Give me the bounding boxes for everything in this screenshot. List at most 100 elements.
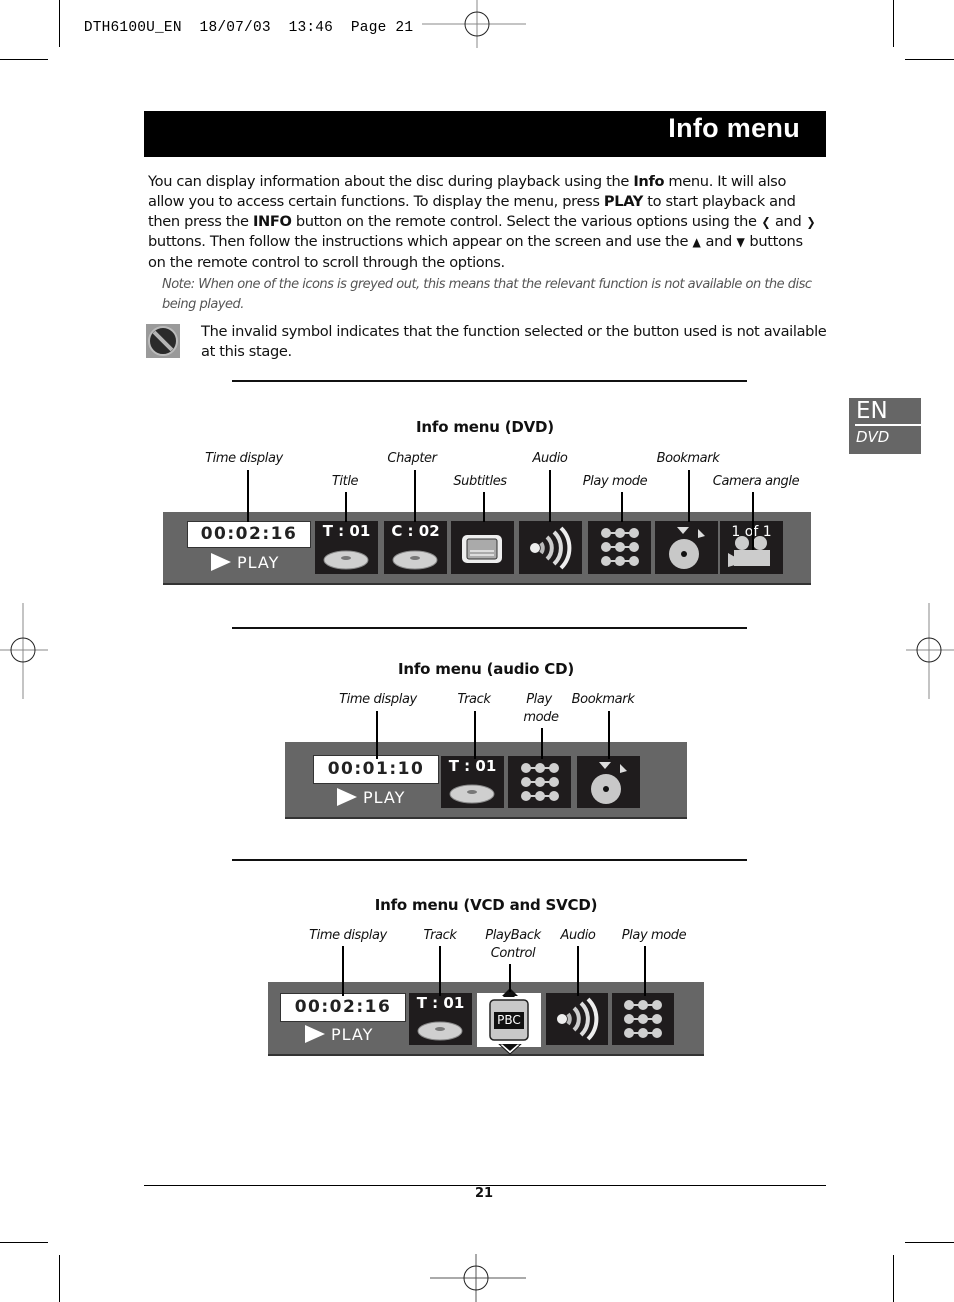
section-divider: [232, 627, 747, 629]
subtitles-tile[interactable]: [451, 521, 514, 574]
leader-line: [342, 946, 344, 996]
bookmark-tile[interactable]: [577, 756, 640, 808]
label-bookmark: Bookmark: [571, 692, 635, 707]
registration-mark: [430, 1254, 526, 1302]
page-title: Info menu: [668, 113, 800, 143]
disc-icon: [449, 784, 495, 804]
pbc-down-arrow-icon: [498, 1044, 522, 1055]
label-camera-angle: Camera angle: [712, 474, 800, 489]
play-mode-tile[interactable]: [588, 521, 651, 574]
intro-bold-info-button: INFO: [252, 212, 292, 230]
track-tile[interactable]: T : 01: [441, 756, 504, 808]
crop-mark: [0, 1242, 48, 1243]
leader-line: [752, 492, 754, 550]
disc-icon: [392, 550, 438, 570]
crop-mark: [893, 0, 894, 47]
leader-line: [577, 946, 579, 996]
leader-line: [474, 711, 476, 759]
label-time-display: Time display: [339, 692, 417, 707]
intro-paragraph: You can display information about the di…: [148, 172, 824, 273]
intro-text: and: [770, 212, 806, 230]
title-tile[interactable]: T : 01: [315, 521, 378, 574]
vcd-section-title: Info menu (VCD and SVCD): [374, 896, 598, 914]
time-display: 00:02:16: [280, 993, 406, 1022]
play-mode-icon: [624, 1000, 662, 1038]
leader-line: [247, 470, 249, 522]
slug-date: 18/07/03: [199, 20, 271, 36]
page-number: 21: [474, 1186, 494, 1201]
invalid-symbol-text: The invalid symbol indicates that the fu…: [201, 323, 827, 360]
label-bookmark: Bookmark: [656, 451, 720, 466]
audio-tile[interactable]: [546, 993, 608, 1045]
crop-mark: [59, 0, 60, 47]
crop-mark: [59, 1255, 60, 1302]
crop-mark: [893, 1255, 894, 1302]
play-icon: [211, 553, 231, 571]
pbc-tile[interactable]: PBC: [477, 993, 541, 1047]
intro-text: You can display information about the di…: [148, 173, 634, 190]
crop-mark: [905, 59, 954, 60]
audio-icon: [557, 997, 599, 1041]
dvd-section-title: Info menu (DVD): [416, 418, 554, 436]
bookmark-tile[interactable]: [655, 521, 718, 574]
play-status: PLAY: [337, 788, 405, 807]
intro-text: button on the remote control. Select the…: [291, 212, 761, 230]
cd-section-title: Info menu (audio CD): [397, 660, 575, 678]
intro-bold-info: Info: [633, 173, 665, 190]
leader-line: [483, 492, 485, 522]
pbc-value: PBC: [494, 1012, 524, 1029]
slug-time: 13:46: [288, 20, 334, 36]
slug-page: Page 21: [350, 20, 414, 36]
disc-icon: [417, 1021, 463, 1041]
leader-line: [376, 711, 378, 759]
audio-tile[interactable]: [519, 521, 582, 574]
divider: [855, 424, 921, 426]
registration-mark: [0, 603, 48, 699]
leader-line: [439, 946, 441, 996]
left-arrow-icon: ❮: [761, 214, 771, 229]
disc-icon: [323, 550, 369, 570]
section-divider: [232, 859, 747, 861]
printer-slug: DTH6100U_EN 18/07/03 13:46 Page 21: [66, 4, 413, 36]
leader-line: [541, 728, 543, 759]
label-pbc-line2: Control: [490, 946, 536, 961]
language-tab: EN DVD: [849, 398, 921, 454]
intro-text: and: [701, 233, 737, 251]
leader-line: [644, 946, 646, 996]
label-play-mode-line2: mode: [523, 710, 559, 725]
leader-line: [688, 470, 690, 522]
slug-doc-id: DTH6100U_EN: [83, 20, 182, 36]
play-status: PLAY: [211, 553, 279, 572]
play-status-text: PLAY: [237, 553, 280, 572]
registration-mark: [422, 0, 526, 48]
label-play-mode-line1: Play: [526, 692, 552, 707]
down-arrow-icon: ▼: [736, 235, 745, 250]
leader-line: [414, 470, 416, 522]
leader-line: [345, 492, 347, 522]
track-tile[interactable]: T : 01: [409, 993, 472, 1045]
crop-mark: [905, 1242, 954, 1243]
leader-line: [549, 470, 551, 522]
label-time-display: Time display: [309, 928, 387, 943]
right-arrow-icon: ❯: [806, 214, 815, 229]
play-mode-tile[interactable]: [612, 993, 674, 1045]
label-play-mode: Play mode: [621, 928, 687, 943]
leader-line: [621, 492, 623, 522]
label-audio: Audio: [532, 451, 568, 466]
chapter-tile[interactable]: C : 02: [384, 521, 447, 574]
play-status: PLAY: [305, 1025, 373, 1044]
time-display: 00:02:16: [187, 521, 311, 548]
bookmark-icon: [591, 762, 627, 804]
label-audio: Audio: [560, 928, 596, 943]
play-icon: [305, 1025, 325, 1043]
time-display: 00:01:10: [313, 755, 439, 784]
label-pbc-line1: PlayBack: [485, 928, 541, 943]
play-status-text: PLAY: [363, 788, 406, 807]
language-code: EN: [856, 398, 888, 424]
invalid-symbol-icon: [146, 324, 180, 358]
play-mode-tile[interactable]: [508, 756, 571, 808]
play-icon: [337, 788, 357, 806]
label-subtitles: Subtitles: [453, 474, 507, 489]
bookmark-icon: [669, 527, 705, 569]
intro-text: buttons. Then follow the instructions wh…: [148, 233, 693, 251]
